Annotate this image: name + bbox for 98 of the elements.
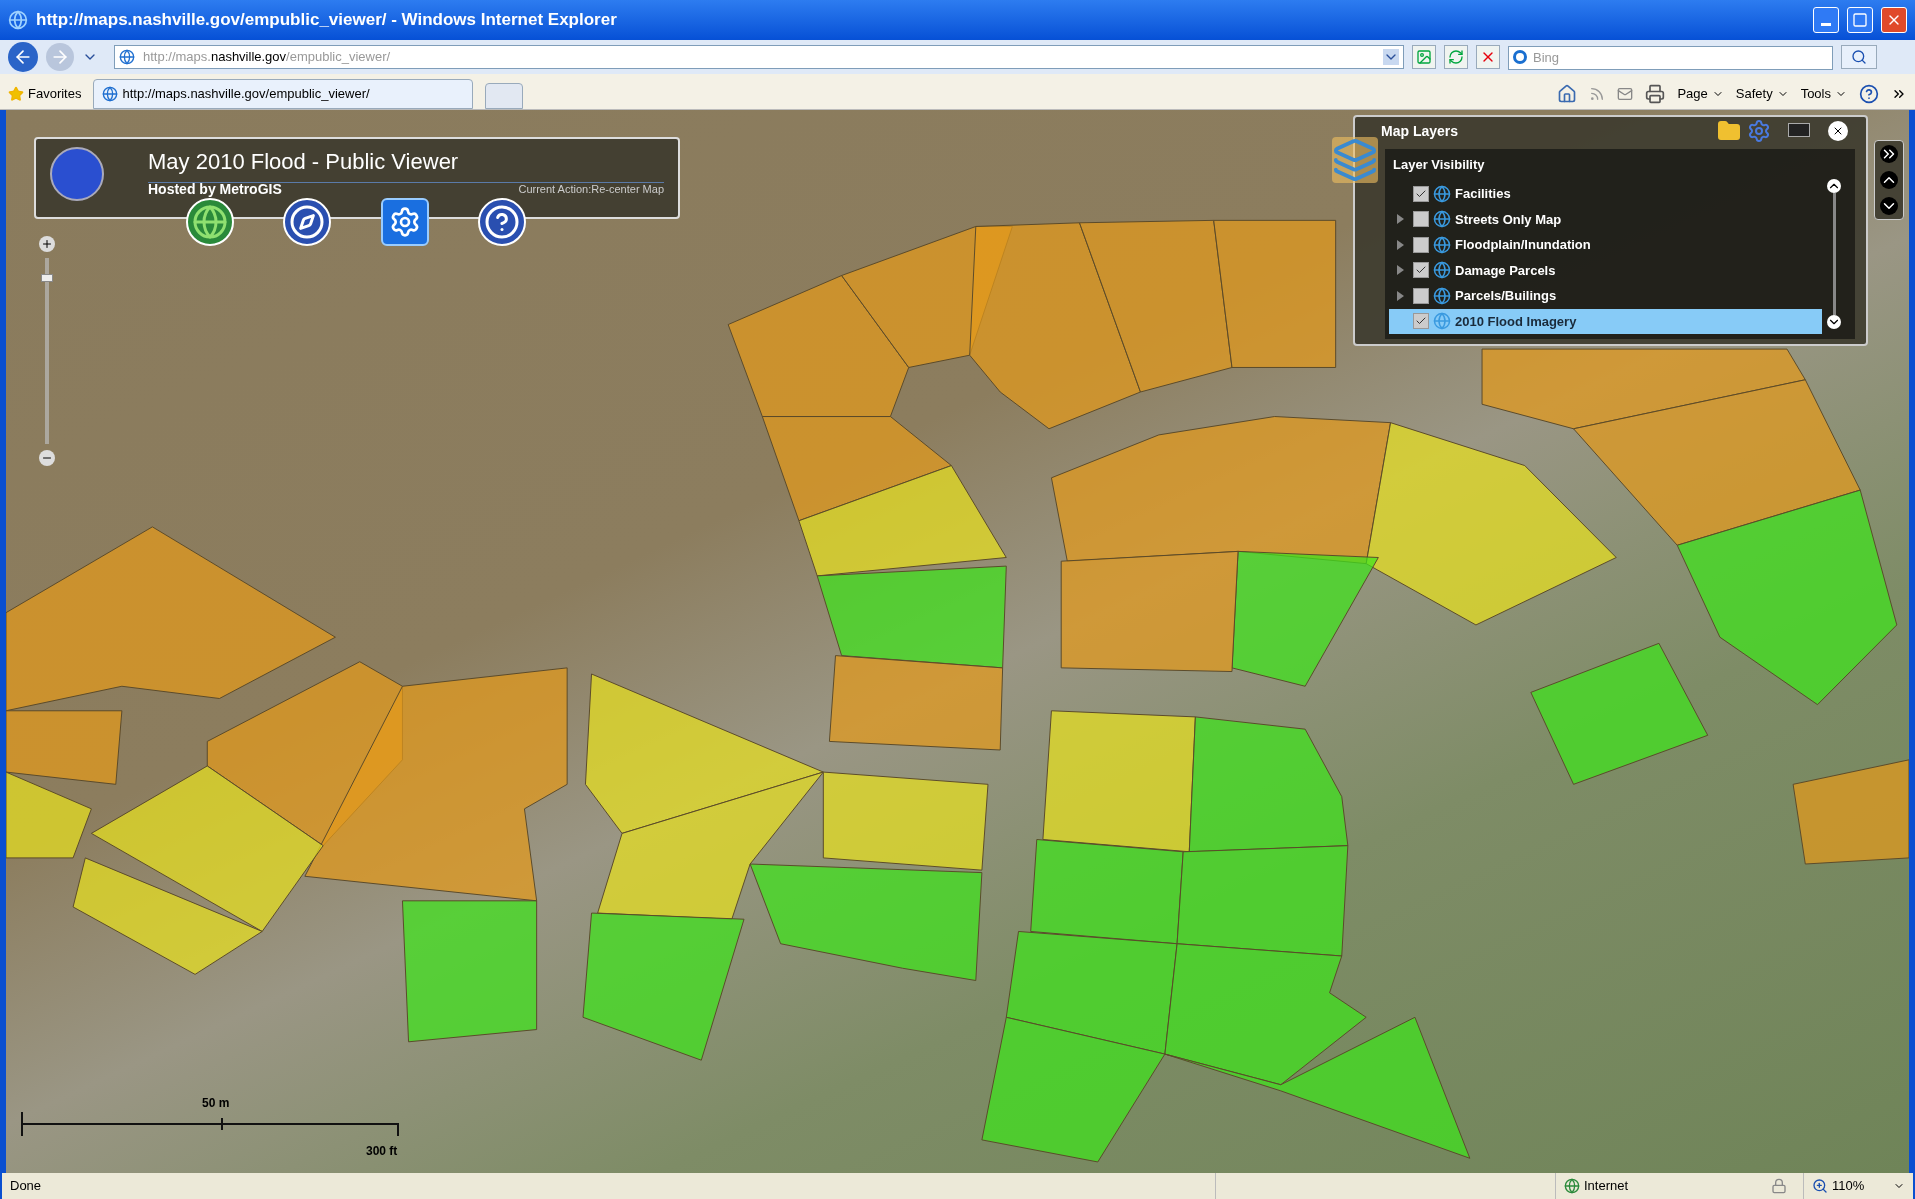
protected-mode-icon[interactable] [1771,1178,1787,1194]
favorites-button[interactable]: Favorites [8,79,82,109]
window-title: http://maps.nashville.gov/empublic_viewer/ - Windows Internet Explorer [36,9,618,32]
settings-icon[interactable] [1747,119,1771,143]
viewer-title: May 2010 Flood - Public Viewer [148,149,459,174]
command-menu[interactable]: Page [1677,84,1724,104]
settings-tool-button[interactable] [381,198,429,246]
map-layers-title: Map Layers [1381,122,1459,141]
maximize-button[interactable] [1847,7,1873,33]
layer-row[interactable]: Facilities [1389,181,1822,207]
layer-row[interactable]: Parcels/Builings [1389,283,1822,309]
scroll-up-icon [1827,179,1841,193]
layer-checkbox[interactable] [1413,236,1429,253]
minimize-button[interactable] [1813,7,1839,33]
close-icon [1832,125,1844,137]
layer-globe-icon [1433,210,1451,229]
zone-icon [1564,1178,1580,1194]
globe-icon [192,204,228,240]
security-zone: Internet [1584,1177,1629,1196]
scale-imperial-label: 300 ft [366,1143,398,1160]
help-tool-button[interactable] [478,198,526,246]
address-url: http://maps.nashville.gov/empublic_viewer/ [143,48,392,67]
compass-icon [289,204,325,240]
browser-tab[interactable]: http://maps.nashville.gov/empublic_viewer/ [93,79,474,109]
address-dropdown-icon[interactable] [1383,49,1399,65]
command-menu[interactable]: Safety [1735,84,1789,104]
expand-arrow-icon[interactable] [1396,239,1404,250]
layer-label: Streets Only Map [1455,210,1562,229]
print-icon[interactable] [1645,84,1666,104]
back-button[interactable] [8,42,38,72]
scale-metric-label: 50 m [202,1095,230,1112]
layer-row[interactable]: 2010 Flood Imagery [1389,308,1822,334]
close-panel-button[interactable] [1828,121,1848,141]
scroll-bar[interactable] [1827,179,1841,329]
help-icon[interactable] [1859,84,1879,104]
layer-globe-icon [1433,286,1451,305]
layer-checkbox[interactable] [1413,262,1429,279]
settings-icon [389,206,421,238]
layer-label: Parcels/Builings [1455,287,1557,305]
command-menu[interactable]: Tools [1800,84,1847,104]
browser-logo-icon [8,10,28,30]
layers-icon [1332,137,1378,183]
picture-icon [1416,49,1432,65]
layer-checkbox[interactable] [1413,185,1429,202]
minimize-icon [1821,22,1831,26]
layer-row[interactable]: Damage Parcels [1389,257,1822,283]
expand-arrow-icon[interactable] [1396,265,1404,276]
page-icon [119,49,135,65]
layer-globe-icon [1433,235,1451,254]
zoom-out-button[interactable] [39,450,55,466]
search-button[interactable] [1841,45,1877,69]
refresh-icon [1448,49,1464,65]
layer-row[interactable]: Floodplain/Inundation [1389,232,1822,258]
compass-tool-button[interactable] [283,198,331,246]
layer-label: Floodplain/Inundation [1455,236,1591,254]
help-icon [484,204,520,240]
zoom-in-button[interactable] [39,236,55,252]
layer-checkbox[interactable] [1413,287,1429,304]
current-action-label: Current Action:Re-center Map [518,182,664,197]
plus-icon [41,238,53,250]
zoom-level-button[interactable]: 110% [1803,1173,1913,1199]
globe-tool-button[interactable] [186,198,234,246]
expand-arrow-icon[interactable] [1396,290,1404,301]
layer-globe-icon [1433,184,1451,203]
search-icon [1851,49,1867,65]
star-icon [8,86,24,102]
layer-globe-icon [1433,261,1451,280]
close-button[interactable] [1881,7,1907,33]
search-provider-icon [1513,50,1527,64]
layer-label: Damage Parcels [1455,261,1556,280]
maximize-icon [1852,12,1868,28]
search-field[interactable]: Bing [1508,45,1833,70]
address-field[interactable]: http://maps.nashville.gov/empublic_viewer/ [114,45,1404,69]
layer-row[interactable]: Streets Only Map [1389,206,1822,232]
expand-arrow-icon[interactable] [1396,214,1404,225]
layer-label: Facilities [1455,185,1511,203]
layer-checkbox[interactable] [1413,313,1429,330]
home-icon[interactable] [1557,84,1578,104]
layer-label: 2010 Flood Imagery [1455,312,1577,331]
scroll-down-icon [1827,315,1841,329]
stop-button[interactable] [1476,45,1500,69]
layer-visibility-heading: Layer Visibility [1393,156,1485,174]
page-icon [102,86,119,102]
folder-icon[interactable] [1717,119,1741,143]
zoom-icon [1812,1178,1828,1194]
expand-icon[interactable] [1880,145,1898,163]
zoom-slider-thumb[interactable] [41,274,53,282]
scale-bar-icon [20,1110,400,1138]
compatibility-button[interactable] [1412,45,1436,69]
app-logo-icon [50,147,104,201]
refresh-button[interactable] [1444,45,1468,69]
layer-checkbox[interactable] [1413,211,1429,228]
mail-icon[interactable] [1617,86,1634,102]
layer-globe-icon [1433,312,1451,331]
hosted-by-label: Hosted by MetroGIS [148,180,282,199]
up-icon[interactable] [1880,171,1898,189]
down-icon[interactable] [1880,197,1898,215]
status-text: Done [9,1177,43,1196]
